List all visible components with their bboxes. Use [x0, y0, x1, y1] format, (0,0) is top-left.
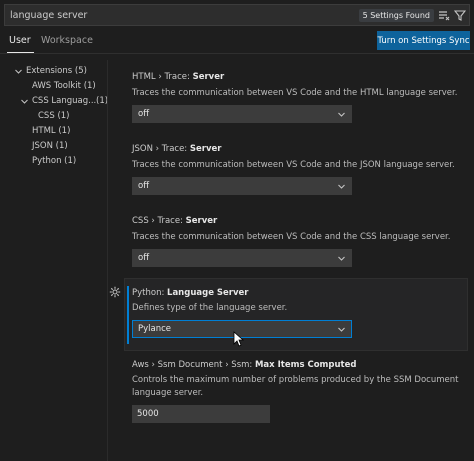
- toc-item-label: CSS: [38, 111, 55, 121]
- focused-setting-indicator: [127, 286, 129, 344]
- toc-item-count: (5): [74, 66, 87, 76]
- toc-item-label: Extensions: [26, 66, 73, 76]
- toc-item-count: (1): [58, 126, 71, 136]
- toc-item-css[interactable]: CSS (1): [38, 109, 69, 123]
- toc-item-label: CSS Languag...: [32, 96, 97, 106]
- filter-icon[interactable]: [453, 8, 467, 22]
- setting-description: Traces the communication between VS Code…: [132, 160, 455, 170]
- setting-title: Aws › Ssm Document › Ssm: Max Items Comp…: [132, 360, 357, 370]
- json-trace-server-dropdown[interactable]: off: [132, 177, 352, 195]
- toc-item-count: (1): [83, 81, 96, 91]
- toc-divider: [107, 60, 108, 461]
- css-trace-server-dropdown[interactable]: off: [132, 249, 352, 267]
- setting-title: JSON › Trace: Server: [132, 144, 222, 154]
- dropdown-value: off: [138, 181, 150, 191]
- dropdown-value: off: [138, 253, 150, 263]
- clear-filter-icon[interactable]: [437, 8, 451, 22]
- chevron-down-icon: [338, 184, 345, 189]
- dropdown-value: Pylance: [138, 324, 172, 334]
- max-items-computed-input[interactable]: [132, 405, 270, 423]
- setting-title: Python: Language Server: [132, 288, 249, 298]
- setting-description: Defines type of the language server.: [132, 303, 288, 313]
- settings-scope-tabs: User Workspace Turn on Settings Sync: [0, 30, 474, 54]
- turn-on-settings-sync-button[interactable]: Turn on Settings Sync: [377, 31, 470, 50]
- toc-item-label: HTML: [32, 126, 56, 136]
- toc-item-extensions[interactable]: Extensions (5): [14, 64, 87, 78]
- chevron-down-icon: [338, 256, 345, 261]
- html-trace-server-dropdown[interactable]: off: [132, 105, 352, 123]
- toc-item-python[interactable]: Python (1): [32, 154, 76, 168]
- gear-icon[interactable]: [109, 286, 121, 298]
- settings-found-badge: 5 Settings Found: [358, 8, 434, 22]
- toc-item-label: Python: [32, 156, 62, 166]
- settings-search-input[interactable]: [5, 5, 359, 25]
- mouse-cursor-icon: [233, 331, 245, 347]
- setting-description: Traces the communication between VS Code…: [132, 232, 451, 242]
- tab-user[interactable]: User: [9, 35, 31, 46]
- settings-search-bar: 5 Settings Found: [4, 4, 470, 26]
- chevron-down-icon: [338, 327, 345, 332]
- toc-item-label: JSON: [32, 141, 53, 151]
- toc-item-html[interactable]: HTML (1): [32, 124, 70, 138]
- toc-item-json[interactable]: JSON (1): [32, 139, 68, 153]
- dropdown-value: off: [138, 109, 150, 119]
- settings-toc: Extensions (5) AWS Toolkit (1) CSS Langu…: [0, 60, 108, 461]
- toc-item-count: (1): [57, 111, 70, 121]
- chevron-down-icon: [14, 67, 23, 76]
- toc-item-count: (1): [55, 141, 68, 151]
- chevron-down-icon: [338, 112, 345, 117]
- toc-item-label: AWS Toolkit: [32, 81, 81, 91]
- toc-item-aws-toolkit[interactable]: AWS Toolkit (1): [32, 79, 96, 93]
- toc-item-css-language[interactable]: CSS Languag... (1): [20, 94, 108, 108]
- toc-item-count: (1): [64, 156, 77, 166]
- setting-title: CSS › Trace: Server: [132, 216, 218, 226]
- tab-workspace[interactable]: Workspace: [41, 35, 93, 46]
- setting-title: HTML › Trace: Server: [132, 72, 225, 82]
- setting-description: Controls the maximum number of problems …: [132, 375, 459, 398]
- chevron-down-icon: [20, 97, 29, 106]
- active-tab-indicator: [7, 52, 34, 53]
- setting-description: Traces the communication between VS Code…: [132, 88, 458, 98]
